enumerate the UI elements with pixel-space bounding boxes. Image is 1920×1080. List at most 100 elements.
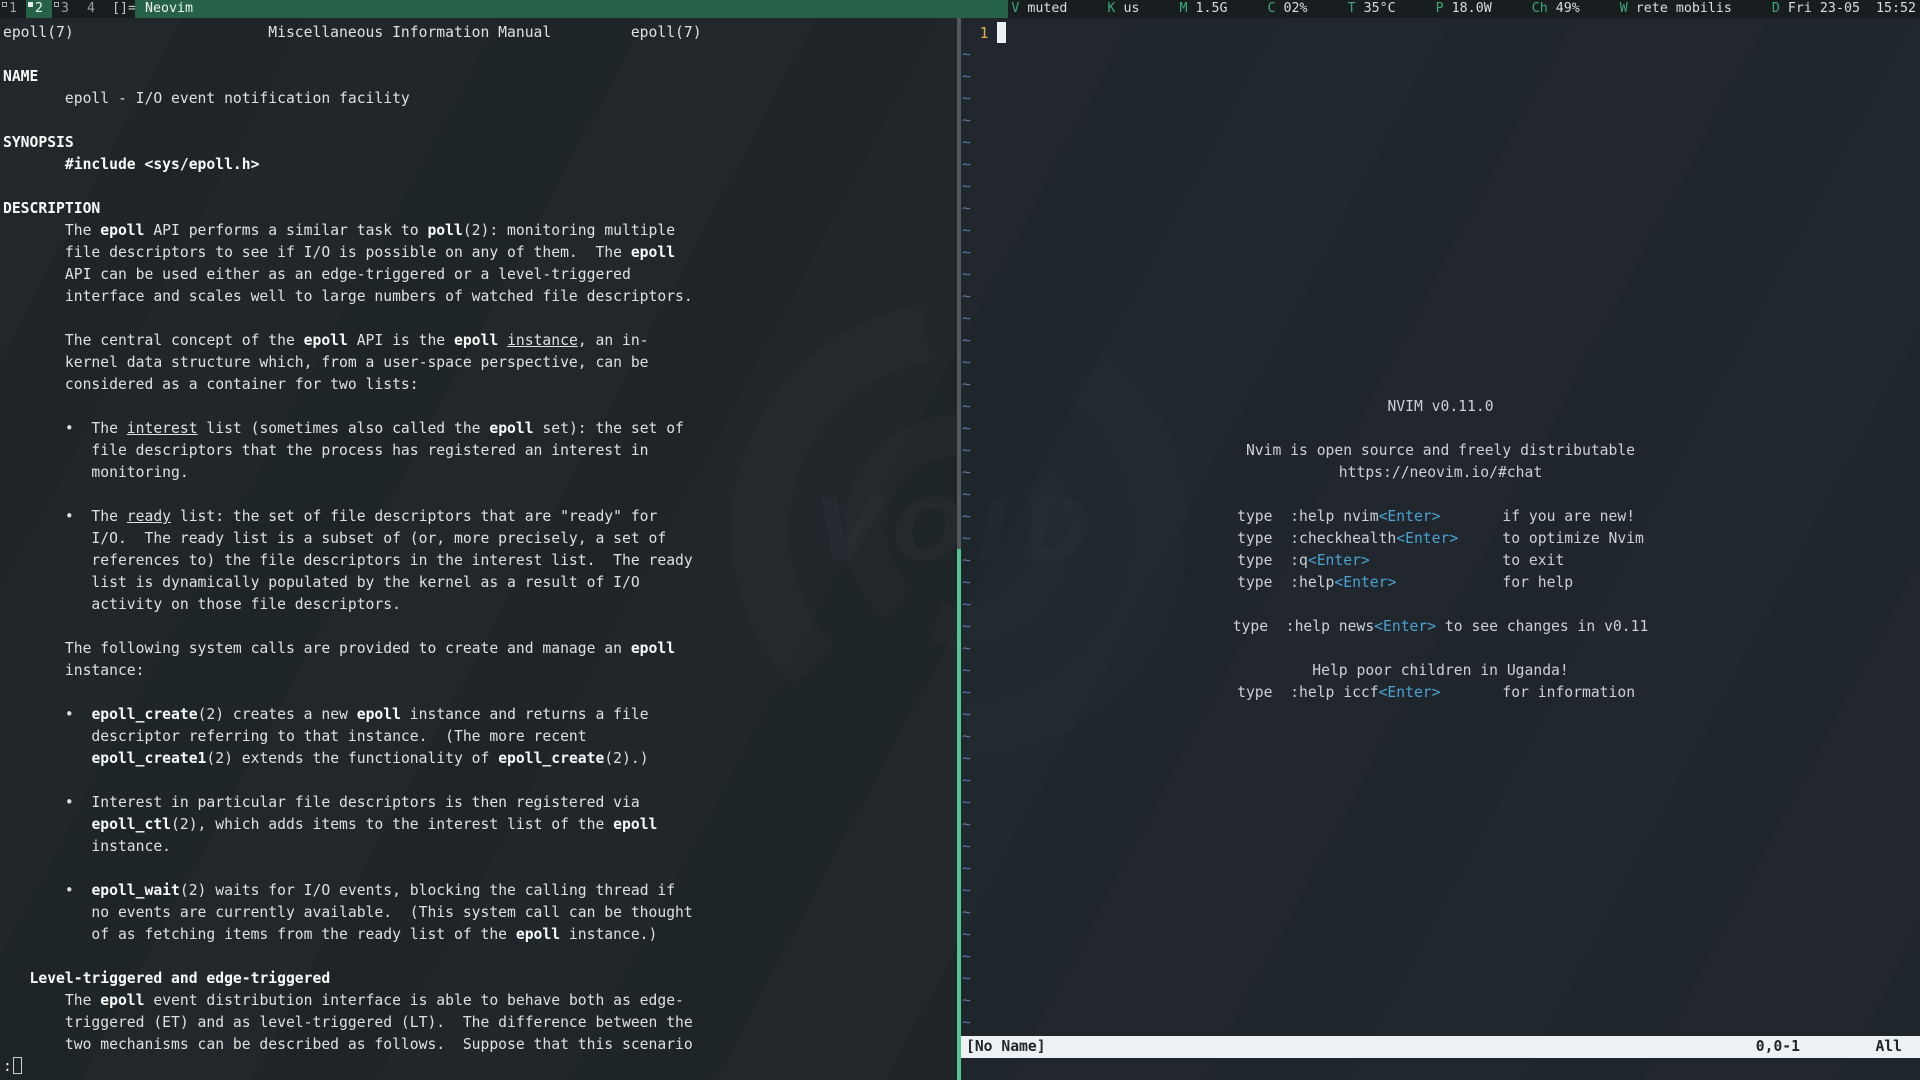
status-segment-label: D <box>1772 1 1780 16</box>
status-segment-label: Ch <box>1532 1 1548 16</box>
man-line: file descriptors that the process has re… <box>3 440 702 462</box>
tilde-marker: ~ <box>962 706 971 723</box>
man-line: #include <sys/epoll.h> <box>3 154 702 176</box>
tag-client-indicator <box>2 2 7 7</box>
status-segment: C 02% <box>1268 1 1308 16</box>
nvim-empty-line: ~ <box>962 242 1006 264</box>
status-segment-label: T <box>1348 1 1356 16</box>
workspace-tag-1[interactable]: 1 <box>0 0 26 18</box>
man-line: descriptor referring to that instance. (… <box>3 726 702 748</box>
status-segment-value: 18.0W <box>1452 1 1492 16</box>
tilde-marker: ~ <box>962 904 971 921</box>
nvim-empty-line: ~ <box>962 748 1006 770</box>
pager-prompt[interactable]: : <box>3 1056 22 1078</box>
workspace-tag-4[interactable]: 4 <box>78 0 104 18</box>
nvim-intro-line <box>961 638 1920 660</box>
man-line <box>3 946 702 968</box>
status-segment-label: W <box>1620 1 1628 16</box>
man-line: considered as a container for two lists: <box>3 374 702 396</box>
tilde-marker: ~ <box>962 860 971 877</box>
nvim-empty-line: ~ <box>962 704 1006 726</box>
man-line: • epoll_wait(2) waits for I/O events, bl… <box>3 880 702 902</box>
nvim-intro-line <box>961 594 1920 616</box>
man-page-content: epoll(7) Miscellaneous Information Manua… <box>3 22 702 1056</box>
man-line <box>3 396 702 418</box>
status-segment-value: 02% <box>1284 1 1308 16</box>
tilde-marker: ~ <box>962 794 971 811</box>
tag-client-indicator <box>54 2 59 7</box>
man-line: API can be used either as an edge-trigge… <box>3 264 702 286</box>
man-line: instance: <box>3 660 702 682</box>
tilde-marker: ~ <box>962 838 971 855</box>
neovim-terminal[interactable]: 1 ~~~~~~~~~~~~~~~~~~~~~~~~~~~~~~~~~~~~~~… <box>961 18 1920 1080</box>
pager-prompt-colon: : <box>3 1058 12 1075</box>
man-line: epoll - I/O event notification facility <box>3 88 702 110</box>
nvim-intro-line: Nvim is open source and freely distribut… <box>961 440 1920 462</box>
nvim-empty-line: ~ <box>962 330 1006 352</box>
man-line: epoll_ctl(2), which adds items to the in… <box>3 814 702 836</box>
nvim-empty-line: ~ <box>962 44 1006 66</box>
man-line: • epoll_create(2) creates a new epoll in… <box>3 704 702 726</box>
status-segment-label: M <box>1179 1 1187 16</box>
scroll-indicator: All <box>1875 1036 1902 1058</box>
status-segment-label: K <box>1107 1 1115 16</box>
nvim-command-line[interactable] <box>961 1058 1920 1080</box>
nvim-empty-line: ~ <box>962 220 1006 242</box>
man-line: kernel data structure which, from a user… <box>3 352 702 374</box>
man-line: epoll(7) Miscellaneous Information Manua… <box>3 22 702 44</box>
nvim-empty-line: ~ <box>962 1012 1006 1034</box>
man-line <box>3 308 702 330</box>
tilde-marker: ~ <box>962 354 971 371</box>
status-segment: Ch 49% <box>1532 1 1580 16</box>
man-line: list is dynamically populated by the ker… <box>3 572 702 594</box>
status-segment-value: 1.5G <box>1195 1 1227 16</box>
tilde-marker: ~ <box>962 772 971 789</box>
tilde-marker: ~ <box>962 992 971 1009</box>
tilde-marker: ~ <box>962 882 971 899</box>
nvim-empty-line: ~ <box>962 836 1006 858</box>
man-line <box>3 616 702 638</box>
man-page-terminal[interactable]: epoll(7) Miscellaneous Information Manua… <box>0 18 957 1080</box>
tilde-marker: ~ <box>962 376 971 393</box>
status-segment-value: Fri 23-05 <box>1788 1 1860 16</box>
tilde-marker: ~ <box>962 816 971 833</box>
tilde-marker: ~ <box>962 926 971 943</box>
workspace-tag-3[interactable]: 3 <box>52 0 78 18</box>
tilde-marker: ~ <box>962 244 971 261</box>
workspace-tag-2[interactable]: 2 <box>26 0 52 18</box>
tilde-marker: ~ <box>962 200 971 217</box>
status-segment-label: V <box>1011 1 1019 16</box>
status-segment: W rete mobilis <box>1620 1 1732 16</box>
man-line <box>3 484 702 506</box>
man-line: • The interest list (sometimes also call… <box>3 418 702 440</box>
tilde-marker: ~ <box>962 90 971 107</box>
tilde-marker: ~ <box>962 750 971 767</box>
tilde-marker: ~ <box>962 948 971 965</box>
man-line: references to) the file descriptors in t… <box>3 550 702 572</box>
tag-label: 4 <box>87 1 95 16</box>
man-line: • Interest in particular file descriptor… <box>3 792 702 814</box>
nvim-intro-line <box>961 418 1920 440</box>
tilde-marker: ~ <box>962 46 971 63</box>
nvim-empty-line: ~ <box>962 88 1006 110</box>
status-segment-label: C <box>1268 1 1276 16</box>
nvim-empty-line: ~ <box>962 264 1006 286</box>
nvim-empty-line: ~ <box>962 946 1006 968</box>
man-line: I/O. The ready list is a subset of (or, … <box>3 528 702 550</box>
status-segment-value: muted <box>1027 1 1067 16</box>
man-line: interface and scales well to large numbe… <box>3 286 702 308</box>
nvim-empty-line: ~ <box>962 880 1006 902</box>
man-line <box>3 858 702 880</box>
tilde-marker: ~ <box>962 178 971 195</box>
cursor-position-ruler: 0,0-1 <box>1756 1036 1800 1058</box>
man-line: triggered (ET) and as level-triggered (L… <box>3 1012 702 1034</box>
tag-label: 2 <box>35 1 43 16</box>
tilde-marker: ~ <box>962 134 971 151</box>
man-line: The epoll API performs a similar task to… <box>3 220 702 242</box>
nvim-intro-line: type :q<Enter> to exit <box>961 550 1920 572</box>
nvim-intro-line: type :help news<Enter> to see changes in… <box>961 616 1920 638</box>
nvim-empty-line: ~ <box>962 990 1006 1012</box>
tilde-marker: ~ <box>962 332 971 349</box>
nvim-intro-line: type :help<Enter> for help <box>961 572 1920 594</box>
nvim-intro-line: type :help nvim<Enter> if you are new! <box>961 506 1920 528</box>
